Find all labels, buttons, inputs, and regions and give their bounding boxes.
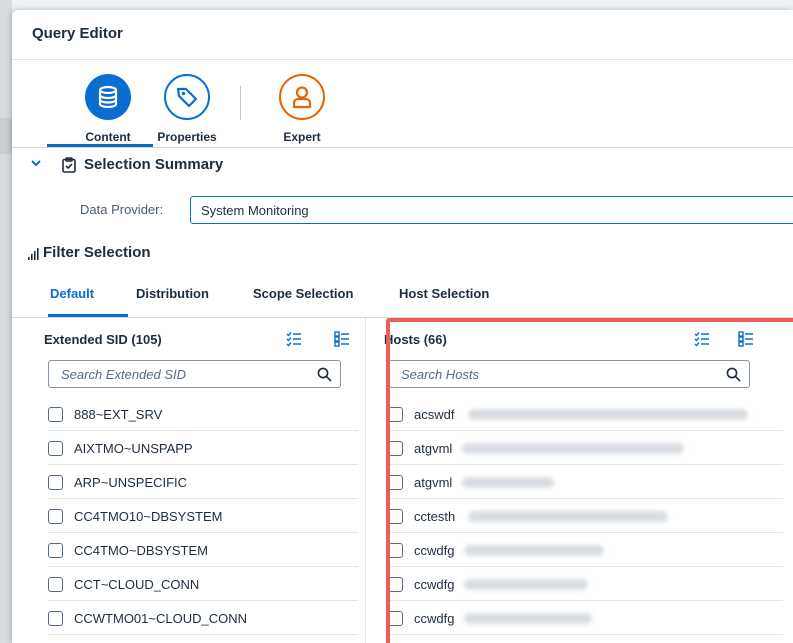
tab-expert-label: Expert	[283, 130, 321, 144]
subtab-host-selection[interactable]: Host Selection	[399, 286, 489, 301]
list-item-label: CCWTMO01~CLOUD_CONN	[74, 611, 247, 626]
search-icon[interactable]	[317, 367, 332, 387]
extended-sid-search[interactable]	[48, 360, 341, 388]
database-icon	[85, 74, 131, 120]
background-stripe	[0, 118, 12, 154]
filter-selection-title: Filter Selection	[43, 244, 151, 261]
selection-summary-header[interactable]: Selection Summary	[12, 149, 793, 181]
list-item[interactable]: CCT~CLOUD_CONN	[48, 567, 358, 601]
list-item[interactable]: CC4TMO~DBSYSTEM	[48, 533, 358, 567]
dialog-header: Query Editor	[12, 10, 793, 60]
list-settings-icon[interactable]	[334, 331, 350, 352]
checkbox[interactable]	[48, 509, 63, 524]
bar-chart-icon	[28, 247, 40, 265]
list-item-label: ARP~UNSPECIFIC	[74, 475, 188, 490]
selection-summary-title: Selection Summary	[84, 156, 224, 173]
query-editor-dialog: Query Editor Content Properties Expert S…	[12, 10, 793, 643]
subtab-distribution[interactable]: Distribution	[136, 286, 209, 301]
tag-icon	[164, 74, 210, 120]
tab-expert[interactable]: Expert	[262, 74, 342, 144]
select-all-icon[interactable]	[286, 331, 302, 352]
list-item-label: CC4TMO~DBSYSTEM	[74, 543, 208, 558]
extended-sid-header: Extended SID (105)	[44, 318, 374, 364]
list-item-label: AIXTMO~UNSPAPP	[74, 441, 193, 456]
list-item[interactable]: 888~EXT_SRV	[48, 397, 358, 431]
column-divider	[365, 318, 366, 643]
checkbox[interactable]	[48, 543, 63, 558]
list-item-label: CC4TMO10~DBSYSTEM	[74, 509, 223, 524]
tab-content[interactable]: Content	[68, 74, 148, 144]
tab-content-label: Content	[85, 130, 131, 144]
list-item[interactable]: CCWTMO01~CLOUD_CONN	[48, 601, 358, 635]
extended-sid-search-input[interactable]	[49, 361, 340, 387]
list-item[interactable]: ARP~UNSPECIFIC	[48, 465, 358, 499]
data-provider-label: Data Provider:	[80, 202, 164, 217]
tab-properties[interactable]: Properties	[147, 74, 227, 144]
subtab-default[interactable]: Default	[50, 286, 94, 301]
highlight-frame	[386, 318, 793, 643]
extended-sid-list: 888~EXT_SRV AIXTMO~UNSPAPP ARP~UNSPECIFI…	[48, 397, 358, 635]
dialog-title: Query Editor	[32, 25, 123, 42]
tab-separator	[240, 86, 241, 120]
list-item-label: 888~EXT_SRV	[74, 407, 163, 422]
checkbox[interactable]	[48, 441, 63, 456]
tab-properties-label: Properties	[157, 130, 217, 144]
checkbox[interactable]	[48, 577, 63, 592]
icon-tab-bar: Content Properties Expert	[12, 60, 793, 148]
checkbox[interactable]	[48, 475, 63, 490]
checkbox[interactable]	[48, 407, 63, 422]
chevron-down-icon[interactable]	[30, 156, 42, 172]
data-provider-field[interactable]: System Monitoring	[190, 196, 793, 224]
user-icon	[279, 74, 325, 120]
checkbox[interactable]	[48, 611, 63, 626]
clipboard-icon	[62, 157, 76, 178]
list-item[interactable]: CC4TMO10~DBSYSTEM	[48, 499, 358, 533]
active-tab-indicator	[47, 144, 153, 147]
list-item-label: CCT~CLOUD_CONN	[74, 577, 200, 592]
subtab-scope-selection[interactable]: Scope Selection	[253, 286, 353, 301]
background-page	[0, 0, 12, 643]
extended-sid-title: Extended SID (105)	[44, 332, 162, 347]
list-item[interactable]: AIXTMO~UNSPAPP	[48, 431, 358, 465]
